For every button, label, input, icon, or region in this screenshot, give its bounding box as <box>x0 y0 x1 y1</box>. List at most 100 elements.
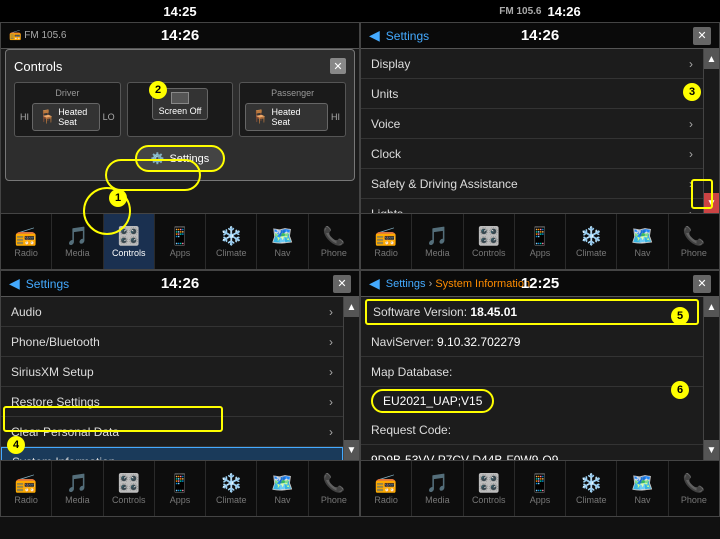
radio-icon-br: 📻 <box>375 473 397 494</box>
nav-phone-br[interactable]: 📞 Phone <box>669 461 719 516</box>
chevron-sirius: › <box>329 365 333 379</box>
nav-bar-br: 📻 Radio 🎵 Media 🎛️ Controls 📱 Apps ❄️ <box>361 460 719 516</box>
scroll-track-br <box>704 317 719 440</box>
nav-apps-tr[interactable]: 📱 Apps <box>515 214 566 269</box>
settings-item-clock[interactable]: Clock› <box>361 139 703 169</box>
scroll-up-bl[interactable]: ▲ <box>344 297 359 317</box>
sysinfo-list-br: Software Version: 18.45.01 NaviServer: 9… <box>361 297 703 460</box>
back-btn-bl[interactable]: ◀ <box>9 275 20 292</box>
nav-controls-tr[interactable]: 🎛️ Controls <box>464 214 515 269</box>
software-version-label: Software Version: <box>373 305 470 319</box>
passenger-label: Passenger <box>271 88 314 98</box>
phone-label-br: Phone <box>681 495 707 505</box>
settings-item-phone[interactable]: Phone/Bluetooth› <box>1 327 343 357</box>
map-db-value-item: EU2021_UAP;V15 <box>371 389 494 413</box>
nav-nav-tr[interactable]: 🗺️ Nav <box>617 214 668 269</box>
scrollbar-br[interactable]: ▲ ▼ <box>703 297 719 460</box>
settings-item-units[interactable]: Units› <box>361 79 703 109</box>
request-code-label-item: Request Code: <box>361 415 703 445</box>
nav-radio-tr[interactable]: 📻 Radio <box>361 214 412 269</box>
nav-climate-tr[interactable]: ❄️ Climate <box>566 214 617 269</box>
nav-icon-tl: 🗺️ <box>271 226 293 247</box>
chevron-restore: › <box>329 395 333 409</box>
scroll-down-br[interactable]: ▼ <box>704 440 719 460</box>
nav-phone-tr[interactable]: 📞 Phone <box>669 214 719 269</box>
navi-server-label: NaviServer: 9.10.32.702279 <box>371 335 520 349</box>
chevron-audio: › <box>329 305 333 319</box>
back-btn-br[interactable]: ◀ <box>369 275 380 292</box>
heated-seat-passenger-button[interactable]: 🪑 Heated Seat <box>245 103 328 131</box>
settings-item-restore[interactable]: Restore Settings› <box>1 387 343 417</box>
nav-phone-tl[interactable]: 📞 Phone <box>309 214 359 269</box>
quad-bl-header: ◀ Settings 14:26 ✕ <box>1 271 359 297</box>
settings-list-tr: Display› Units› Voice› Clock› Safety & D… <box>361 49 703 213</box>
nav-media-tl[interactable]: 🎵 Media <box>52 214 103 269</box>
nav-apps-br[interactable]: 📱 Apps <box>515 461 566 516</box>
settings-item-lights[interactable]: Lights› <box>361 199 703 213</box>
scroll-up-br[interactable]: ▲ <box>704 297 719 317</box>
nav-phone-bl[interactable]: 📞 Phone <box>309 461 359 516</box>
scrollbar-bl[interactable]: ▲ ▼ <box>343 297 359 460</box>
nav-climate-bl[interactable]: ❄️ Climate <box>206 461 257 516</box>
time-right: 14:26 <box>548 4 581 19</box>
annotation-1: 1 <box>109 189 127 207</box>
driver-label: Driver <box>55 88 79 98</box>
quad-tl-header: 📻 FM 105.6 14:26 <box>1 23 359 49</box>
nav-radio-tl[interactable]: 📻 Radio <box>1 214 52 269</box>
nav-climate-br[interactable]: ❄️ Climate <box>566 461 617 516</box>
settings-label: Settings <box>169 153 209 165</box>
nav-controls-br[interactable]: 🎛️ Controls <box>464 461 515 516</box>
nav-radio-br[interactable]: 📻 Radio <box>361 461 412 516</box>
heated-seat-driver-button[interactable]: 🪑 Heated Seat <box>32 103 100 131</box>
navi-server-item: NaviServer: 9.10.32.702279 <box>361 327 703 357</box>
settings-item-sysinfo[interactable]: System Information› <box>1 447 343 460</box>
close-btn-tr[interactable]: ✕ <box>693 27 711 45</box>
settings-button[interactable]: ⚙️ Settings <box>135 145 225 172</box>
annotation-6: 6 <box>671 381 689 399</box>
map-database-label-item: Map Database: <box>361 357 703 387</box>
nav-controls-tl[interactable]: 🎛️ Controls <box>104 214 155 269</box>
quad-top-right: ◀ Settings 14:26 ✕ Display› Units› Voice… <box>360 22 720 270</box>
settings-item-clear[interactable]: Clear Personal Data› <box>1 417 343 447</box>
settings-item-display[interactable]: Display› <box>361 49 703 79</box>
nav-radio-bl[interactable]: 📻 Radio <box>1 461 52 516</box>
nav-apps-bl[interactable]: 📱 Apps <box>155 461 206 516</box>
media-icon-bl: 🎵 <box>66 473 88 494</box>
annotation-4: 4 <box>7 436 25 454</box>
annotation-2: 2 <box>149 81 167 99</box>
apps-label-br: Apps <box>530 495 551 505</box>
nav-nav-br[interactable]: 🗺️ Nav <box>617 461 668 516</box>
back-btn-tr[interactable]: ◀ <box>369 27 380 44</box>
audio-label: Audio <box>11 305 42 319</box>
controls-modal: Controls ✕ Driver HI 🪑 Heated Seat LO <box>5 49 355 181</box>
nav-media-tr[interactable]: 🎵 Media <box>412 214 463 269</box>
time-tr: 14:26 <box>521 27 559 44</box>
nav-nav-tl[interactable]: 🗺️ Nav <box>257 214 308 269</box>
controls-icon-tl: 🎛️ <box>117 226 139 247</box>
settings-item-audio[interactable]: Audio › <box>1 297 343 327</box>
nav-controls-bl[interactable]: 🎛️ Controls <box>104 461 155 516</box>
units-label: Units <box>371 87 398 101</box>
scroll-up-tr[interactable]: ▲ <box>704 49 719 69</box>
radio-icon-tr: 📻 <box>375 226 397 247</box>
scroll-down-tr[interactable]: ▼ <box>704 193 719 213</box>
nav-nav-bl[interactable]: 🗺️ Nav <box>257 461 308 516</box>
breadcrumb-br: Settings › System Information <box>386 278 530 290</box>
close-btn-bl[interactable]: ✕ <box>333 275 351 293</box>
settings-item-safety[interactable]: Safety & Driving Assistance› <box>361 169 703 199</box>
close-btn-br[interactable]: ✕ <box>693 275 711 293</box>
nav-icon-bl: 🗺️ <box>271 473 293 494</box>
fm-tl: 📻 FM 105.6 <box>9 30 66 41</box>
voice-label: Voice <box>371 117 400 131</box>
nav-media-bl[interactable]: 🎵 Media <box>52 461 103 516</box>
scrollbar-tr[interactable]: ▲ ▼ <box>703 49 719 213</box>
apps-icon-br: 📱 <box>529 473 551 494</box>
fm-label-top: FM 105.6 <box>499 6 541 17</box>
controls-close-button[interactable]: ✕ <box>330 58 346 74</box>
nav-apps-tl[interactable]: 📱 Apps <box>155 214 206 269</box>
settings-item-sirius[interactable]: SiriusXM Setup› <box>1 357 343 387</box>
scroll-down-bl[interactable]: ▼ <box>344 440 359 460</box>
settings-item-voice[interactable]: Voice› <box>361 109 703 139</box>
nav-media-br[interactable]: 🎵 Media <box>412 461 463 516</box>
nav-climate-tl[interactable]: ❄️ Climate <box>206 214 257 269</box>
